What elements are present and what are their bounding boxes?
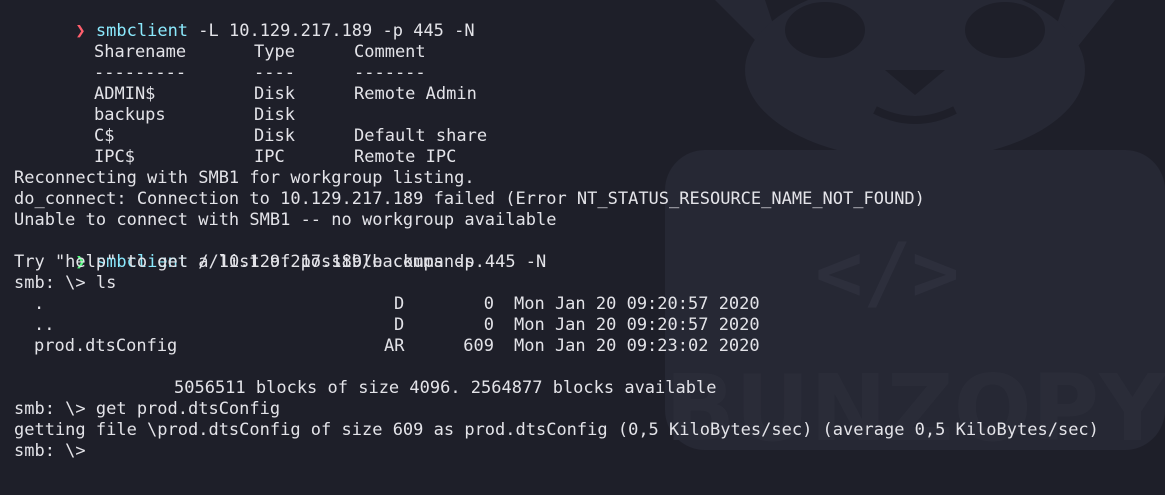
share-name: IPC$ [94, 147, 135, 167]
separator-sharename: --------- [94, 63, 187, 83]
output-message: do_connect: Connection to 10.129.217.189… [14, 189, 925, 209]
share-name: backups [94, 105, 166, 125]
file-name: prod.dtsConfig [34, 336, 178, 356]
file-row: .. D 0 Mon Jan 20 09:20:57 2020 [14, 315, 1165, 336]
share-comment: Default share [354, 126, 488, 146]
output-message: Try "help" to get a list of possible com… [14, 252, 485, 272]
share-table-header: Sharename Type Comment [14, 42, 1165, 63]
file-name: . [34, 294, 45, 314]
share-name: C$ [94, 126, 115, 146]
separator-comment: ------- [354, 63, 426, 83]
file-row: . D 0 Mon Jan 20 09:20:57 2020 [14, 294, 1165, 315]
share-type: Disk [254, 105, 295, 125]
file-attr: AR [384, 336, 405, 356]
smb-prompt-line: smb: \> get prod.dtsConfig [14, 399, 281, 419]
header-sharename: Sharename [94, 42, 187, 62]
file-row: prod.dtsConfig AR 609 Mon Jan 20 09:23:0… [14, 336, 1165, 357]
smb-prompt-line[interactable]: smb: \> [14, 441, 1165, 462]
file-date: Mon Jan 20 09:20:57 2020 [514, 315, 760, 335]
terminal-output: ❯ smbclient -L 10.129.217.189 -p 445 -N … [14, 0, 1165, 462]
blocks-info: 5056511 blocks of size 4096. 2564877 blo… [14, 378, 1165, 399]
separator-type: ---- [254, 63, 295, 83]
file-size: 0 [483, 294, 494, 314]
output-message: Unable to connect with SMB1 -- no workgr… [14, 210, 557, 230]
header-comment: Comment [354, 42, 426, 62]
file-size: 609 [463, 336, 494, 356]
share-table-separator: --------- ---- ------- [14, 63, 1165, 84]
file-name: .. [34, 315, 55, 335]
share-type: IPC [254, 147, 285, 167]
share-row: ADMIN$ Disk Remote Admin [14, 84, 1165, 105]
terminal-window[interactable]: </> BUNZOPY ❯ smbclient -L 10.129.217.18… [0, 0, 1165, 495]
blocks-text: 5056511 blocks of size 4096. 2564877 blo… [174, 378, 717, 398]
share-type: Disk [254, 84, 295, 104]
share-row: backups Disk [14, 105, 1165, 126]
share-row: IPC$ IPC Remote IPC [14, 147, 1165, 168]
share-comment: Remote Admin [354, 84, 477, 104]
file-date: Mon Jan 20 09:23:02 2020 [514, 336, 760, 356]
command-line: ❯ smbclient //10.129.217.189/backups -p … [14, 231, 1165, 272]
share-type: Disk [254, 126, 295, 146]
file-attr: D [394, 294, 405, 314]
share-name: ADMIN$ [94, 84, 156, 104]
output-message: Reconnecting with SMB1 for workgroup lis… [14, 168, 475, 188]
file-attr: D [394, 315, 405, 335]
output-message: getting file \prod.dtsConfig of size 609… [14, 420, 1099, 440]
header-type: Type [254, 42, 295, 62]
smb-prompt-line: smb: \> ls [14, 273, 117, 293]
command-line: ❯ smbclient -L 10.129.217.189 -p 445 -N [14, 0, 1165, 41]
share-comment: Remote IPC [354, 147, 457, 167]
share-row: C$ Disk Default share [14, 126, 1165, 147]
file-size: 0 [483, 315, 494, 335]
file-date: Mon Jan 20 09:20:57 2020 [514, 294, 760, 314]
